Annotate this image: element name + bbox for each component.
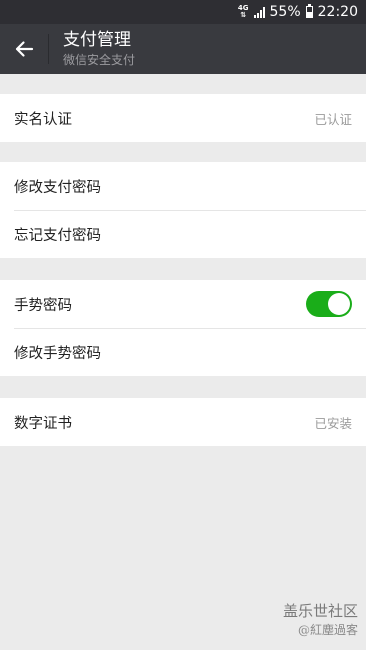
row-change-pay-password[interactable]: 修改支付密码 <box>0 162 366 210</box>
back-button[interactable] <box>0 24 48 74</box>
watermark: 盖乐世社区 @紅塵過客 <box>283 600 358 638</box>
row-label: 数字证书 <box>14 415 72 432</box>
title-divider <box>48 34 49 64</box>
battery-icon <box>305 4 313 18</box>
row-change-gesture-password[interactable]: 修改手势密码 <box>0 328 366 376</box>
row-value: 已认证 <box>314 111 352 127</box>
row-digital-certificate[interactable]: 数字证书 已安装 <box>0 398 366 446</box>
network-indicator: 4G ⇅ <box>238 5 249 19</box>
row-label: 修改支付密码 <box>14 179 101 196</box>
group-pay-password: 修改支付密码 忘记支付密码 <box>0 162 366 258</box>
watermark-community: 盖乐世社区 <box>282 602 358 620</box>
title-block: 支付管理 微信安全支付 <box>63 29 135 69</box>
battery-percent: 55% <box>269 4 301 20</box>
data-arrows-icon: ⇅ <box>240 11 247 19</box>
group-real-name: 实名认证 已认证 <box>0 94 366 142</box>
status-bar: 4G ⇅ 55% 22:20 <box>0 0 366 24</box>
clock: 22:20 <box>317 4 358 20</box>
row-label: 忘记支付密码 <box>14 227 101 244</box>
row-value: 已安装 <box>314 415 352 431</box>
signal-icon <box>253 6 265 18</box>
row-gesture-password[interactable]: 手势密码 <box>0 280 366 328</box>
title-bar: 支付管理 微信安全支付 <box>0 24 366 74</box>
page-subtitle: 微信安全支付 <box>63 53 136 67</box>
row-forgot-pay-password[interactable]: 忘记支付密码 <box>0 210 366 258</box>
row-label: 实名认证 <box>14 111 72 128</box>
page-title: 支付管理 <box>63 30 131 50</box>
row-label: 手势密码 <box>14 297 72 314</box>
row-label: 修改手势密码 <box>14 345 101 362</box>
battery-fill <box>306 11 312 17</box>
group-certificate: 数字证书 已安装 <box>0 398 366 446</box>
row-real-name-auth[interactable]: 实名认证 已认证 <box>0 94 366 142</box>
watermark-author: @紅塵過客 <box>297 623 358 637</box>
toggle-knob <box>328 293 350 315</box>
group-gesture-password: 手势密码 修改手势密码 <box>0 280 366 376</box>
gesture-password-toggle[interactable] <box>306 291 352 317</box>
arrow-left-icon <box>15 41 34 57</box>
